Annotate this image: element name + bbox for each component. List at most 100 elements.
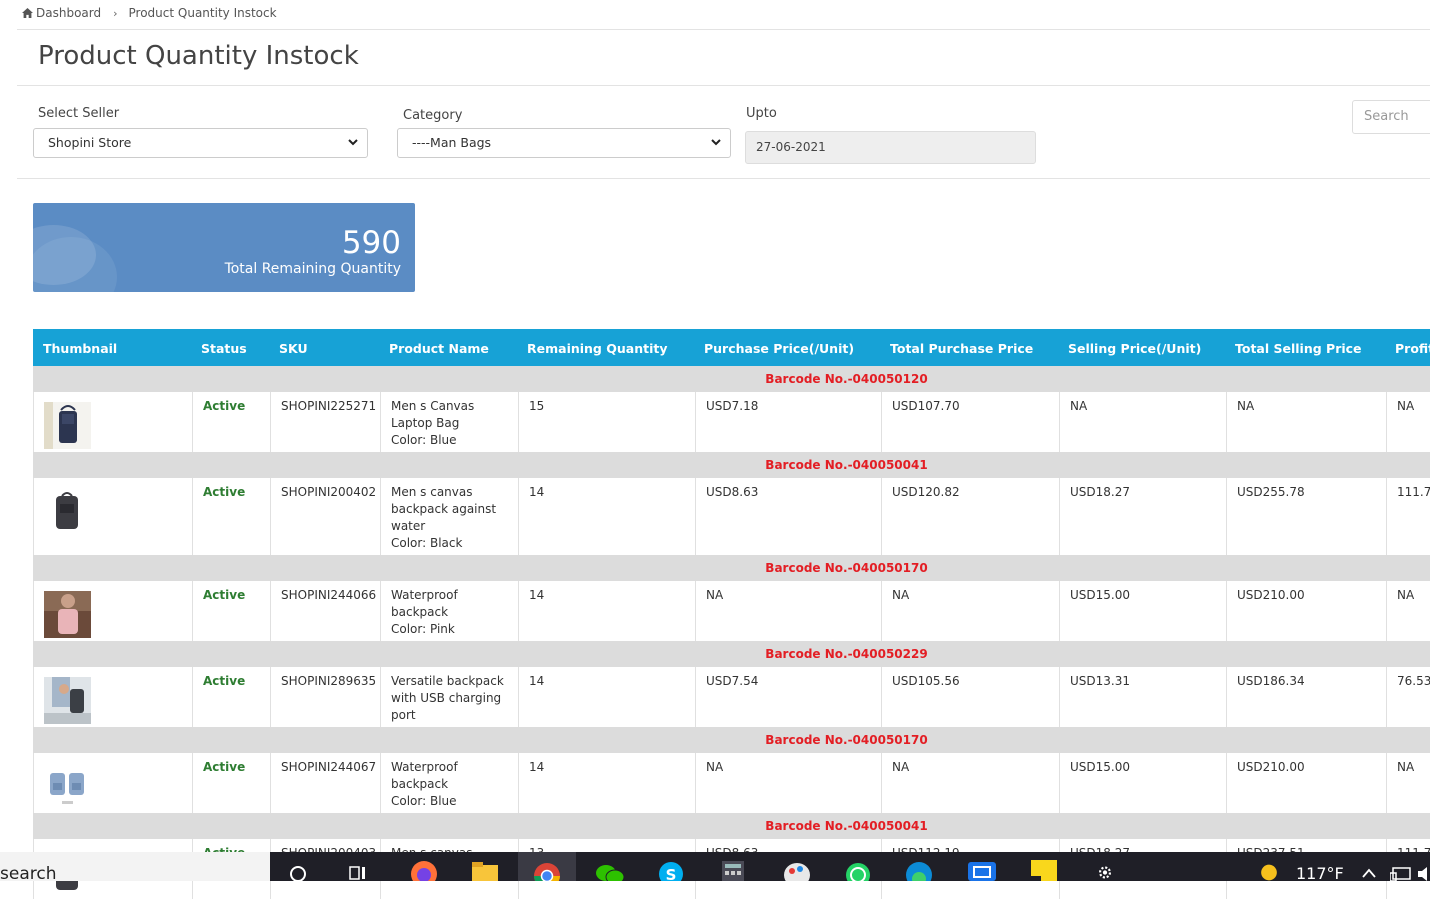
product-name-line: Color: Blue <box>391 433 457 447</box>
task-view-icon[interactable] <box>349 865 371 881</box>
sku-cell: SHOPINI289635 <box>271 667 381 727</box>
total-purchase-price-value: USD105.56 <box>892 674 960 688</box>
skype-icon[interactable]: S <box>658 861 684 881</box>
firefox-icon[interactable] <box>410 860 438 881</box>
taskbar-search-box[interactable]: search <box>0 852 270 884</box>
product-thumbnail-image[interactable] <box>44 677 91 724</box>
purchase-price-value: NA <box>706 760 724 774</box>
product-thumbnail-image[interactable] <box>44 591 91 638</box>
speaker-icon[interactable] <box>1418 867 1430 881</box>
barcode-row: Barcode No.-040050170 <box>33 555 1430 581</box>
whatsapp-icon[interactable] <box>844 861 872 881</box>
search-input[interactable]: Search <box>1352 100 1430 134</box>
calculator-icon[interactable] <box>722 861 744 881</box>
selling-price-cell: USD15.00 <box>1060 581 1227 641</box>
wechat-icon[interactable] <box>595 862 625 881</box>
product-name-cell: Waterproof backpack Color: Blue <box>381 753 519 813</box>
sticky-notes-icon[interactable] <box>1031 860 1057 881</box>
chrome-icon[interactable] <box>533 862 561 881</box>
purchase-price-cell: USD8.63 <box>696 478 882 555</box>
status-badge: Active <box>203 674 246 688</box>
windows-taskbar: search S 117°F <box>0 852 1430 884</box>
barcode-row: Barcode No.-040050170 <box>33 727 1430 753</box>
seller-select[interactable]: Shopini Store <box>33 128 368 158</box>
paint-icon[interactable] <box>783 861 811 881</box>
remaining-quantity-value: 14 <box>529 485 545 499</box>
status-cell: Active <box>193 478 271 555</box>
chevron-down-icon <box>711 139 721 146</box>
remaining-quantity-cell: 14 <box>519 667 696 727</box>
total-purchase-price-value: USD120.82 <box>892 485 960 499</box>
weather-sun-icon <box>1261 864 1277 881</box>
thumbnail-cell <box>34 392 193 452</box>
edge-icon[interactable] <box>905 861 933 881</box>
sku-cell: SHOPINI200402 <box>271 478 381 555</box>
product-thumbnail-image[interactable] <box>44 402 91 449</box>
product-name-cell: Versatile backpack with USB charging port <box>381 667 519 727</box>
breadcrumb-home-label: Dashboard <box>36 6 102 20</box>
divider <box>17 85 1430 86</box>
selling-price-cell: USD18.27 <box>1060 478 1227 555</box>
status-cell: Active <box>193 581 271 641</box>
stock-table: Thumbnail Status SKU Product Name Remain… <box>33 329 1430 899</box>
sku-value: SHOPINI200402 <box>281 485 377 499</box>
sku-cell: SHOPINI225271 <box>271 392 381 452</box>
total-selling-price-value: USD210.00 <box>1237 760 1305 774</box>
upto-label: Upto <box>746 106 777 121</box>
snipping-tool-icon[interactable] <box>967 861 997 881</box>
status-badge: Active <box>203 485 246 499</box>
total-selling-price-cell: USD210.00 <box>1227 753 1387 813</box>
category-label: Category <box>403 108 463 123</box>
column-header-total-selling-price: Total Selling Price <box>1235 341 1362 356</box>
table-row: Active SHOPINI225271 Men s Canvas Laptop Ba… <box>33 392 1430 452</box>
profit-value: 111.79 <box>1397 485 1430 499</box>
seller-label: Select Seller <box>38 106 120 121</box>
remaining-quantity-cell: 15 <box>519 392 696 452</box>
purchase-price-value: USD8.63 <box>706 485 759 499</box>
category-select[interactable]: ----Man Bags <box>397 128 731 158</box>
status-badge: Active <box>203 399 246 413</box>
breadcrumb-home-link[interactable]: Dashboard <box>22 6 101 20</box>
profit-value: NA <box>1397 399 1415 413</box>
gear-icon[interactable] <box>1093 864 1117 881</box>
product-name-line: Color: Blue <box>391 794 457 808</box>
product-name-line: backpack against <box>391 502 497 516</box>
table-row: Active SHOPINI289635 Versatile backpack wit… <box>33 667 1430 727</box>
purchase-price-cell: NA <box>696 581 882 641</box>
selling-price-value: USD13.31 <box>1070 674 1130 688</box>
product-thumbnail-image[interactable] <box>44 488 91 535</box>
divider <box>17 29 1430 30</box>
total-purchase-price-value: NA <box>892 760 910 774</box>
barcode-row: Barcode No.-040050041 <box>33 452 1430 478</box>
home-icon <box>22 8 33 18</box>
search-icon[interactable] <box>288 864 308 881</box>
table-row: Active SHOPINI200402 Men s canvas backpack … <box>33 478 1430 555</box>
sku-value: SHOPINI225271 <box>281 399 377 413</box>
product-name-line: Waterproof <box>391 588 458 602</box>
total-purchase-price-value: USD107.70 <box>892 399 960 413</box>
sku-value: SHOPINI244066 <box>281 588 377 602</box>
total-selling-price-value: USD186.34 <box>1237 674 1305 688</box>
product-name-line: Men s Canvas <box>391 399 475 413</box>
selling-price-cell: USD13.31 <box>1060 667 1227 727</box>
column-header-remaining-quantity: Remaining Quantity <box>527 341 668 356</box>
network-icon[interactable] <box>1390 865 1412 881</box>
page-title: Product Quantity Instock <box>38 41 359 71</box>
column-header-status: Status <box>201 341 247 356</box>
file-explorer-icon[interactable] <box>472 862 498 881</box>
table-header: Thumbnail Status SKU Product Name Remain… <box>33 329 1430 366</box>
profit-cell: NA <box>1387 581 1430 641</box>
selling-price-value: USD18.27 <box>1070 485 1130 499</box>
upto-date-input[interactable]: 27-06-2021 <box>745 131 1036 164</box>
product-thumbnail-image[interactable] <box>44 763 91 810</box>
table-row: Active SHOPINI244067 Waterproof backpack Col… <box>33 753 1430 813</box>
selling-price-value: USD15.00 <box>1070 588 1130 602</box>
purchase-price-value: NA <box>706 588 724 602</box>
purchase-price-cell: NA <box>696 753 882 813</box>
chevron-up-icon[interactable] <box>1361 867 1377 879</box>
total-purchase-price-cell: NA <box>882 753 1060 813</box>
thumbnail-cell <box>34 581 193 641</box>
column-header-total-purchase-price: Total Purchase Price <box>890 341 1034 356</box>
remaining-quantity-value: 15 <box>529 399 545 413</box>
product-name-line: Men s canvas <box>391 485 473 499</box>
